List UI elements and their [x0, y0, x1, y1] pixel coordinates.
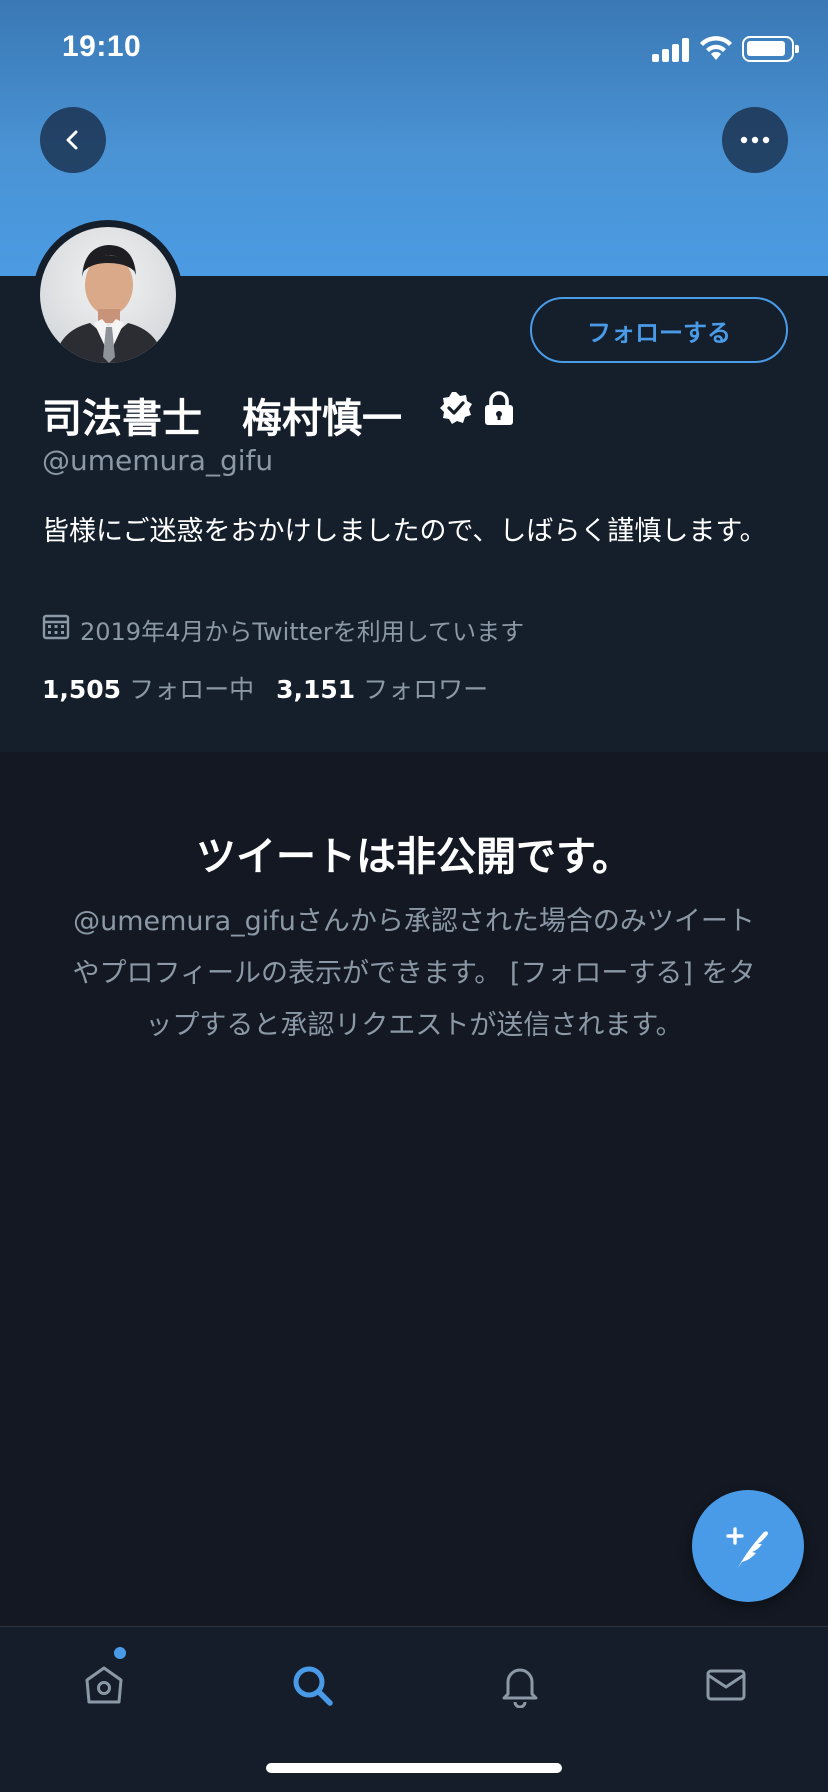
status-time: 19:10 [62, 30, 142, 63]
status-bar: 19:10 [0, 0, 828, 100]
mail-icon [706, 1669, 746, 1701]
display-name: 司法書士 梅村慎一 [42, 396, 402, 442]
tab-search[interactable] [282, 1655, 342, 1715]
home-icon [85, 1666, 123, 1704]
wifi-icon [698, 34, 734, 62]
following-count[interactable]: 1,505 [42, 675, 121, 704]
compose-tweet-button[interactable] [692, 1490, 804, 1602]
lock-icon [482, 390, 516, 430]
chevron-left-icon [66, 130, 78, 150]
more-options-button[interactable] [722, 107, 788, 173]
following-label[interactable]: フォロー中 [129, 670, 254, 706]
more-horizontal-icon [740, 136, 770, 144]
bell-icon [502, 1668, 538, 1708]
home-indicator[interactable] [266, 1763, 562, 1773]
joined-date: 2019年4月からTwitterを利用しています [42, 612, 524, 646]
follow-button[interactable]: フォローする [530, 297, 788, 363]
calendar-icon [42, 612, 70, 646]
followers-count[interactable]: 3,151 [276, 675, 355, 704]
private-notice-area [0, 752, 828, 1626]
compose-feather-icon [726, 1527, 768, 1568]
tab-home[interactable] [74, 1655, 134, 1715]
private-notice-title: ツイートは非公開です。 [196, 834, 632, 880]
follow-counts: 1,505 フォロー中 3,151 フォロワー [42, 670, 510, 706]
battery-icon [742, 36, 799, 62]
tab-messages[interactable] [696, 1655, 756, 1715]
avatar[interactable] [33, 220, 183, 370]
profile-bio: 皆様にご迷惑をおかけしましたので、しばらく謹慎します。 [42, 516, 767, 547]
private-notice-description: @umemura_gifuさんから承認された場合のみツイートやプロフィールの表示… [72, 906, 756, 1041]
followers-label[interactable]: フォロワー [363, 670, 488, 706]
joined-text: 2019年4月からTwitterを利用しています [80, 617, 525, 646]
search-icon [293, 1666, 333, 1706]
cellular-signal-icon [652, 36, 692, 62]
profile-handle: @umemura_gifu [42, 444, 274, 477]
tab-notifications[interactable] [490, 1655, 550, 1715]
home-notification-dot [114, 1647, 126, 1659]
back-button[interactable] [40, 107, 106, 173]
verified-icon [438, 390, 474, 430]
avatar-photo [54, 245, 164, 363]
